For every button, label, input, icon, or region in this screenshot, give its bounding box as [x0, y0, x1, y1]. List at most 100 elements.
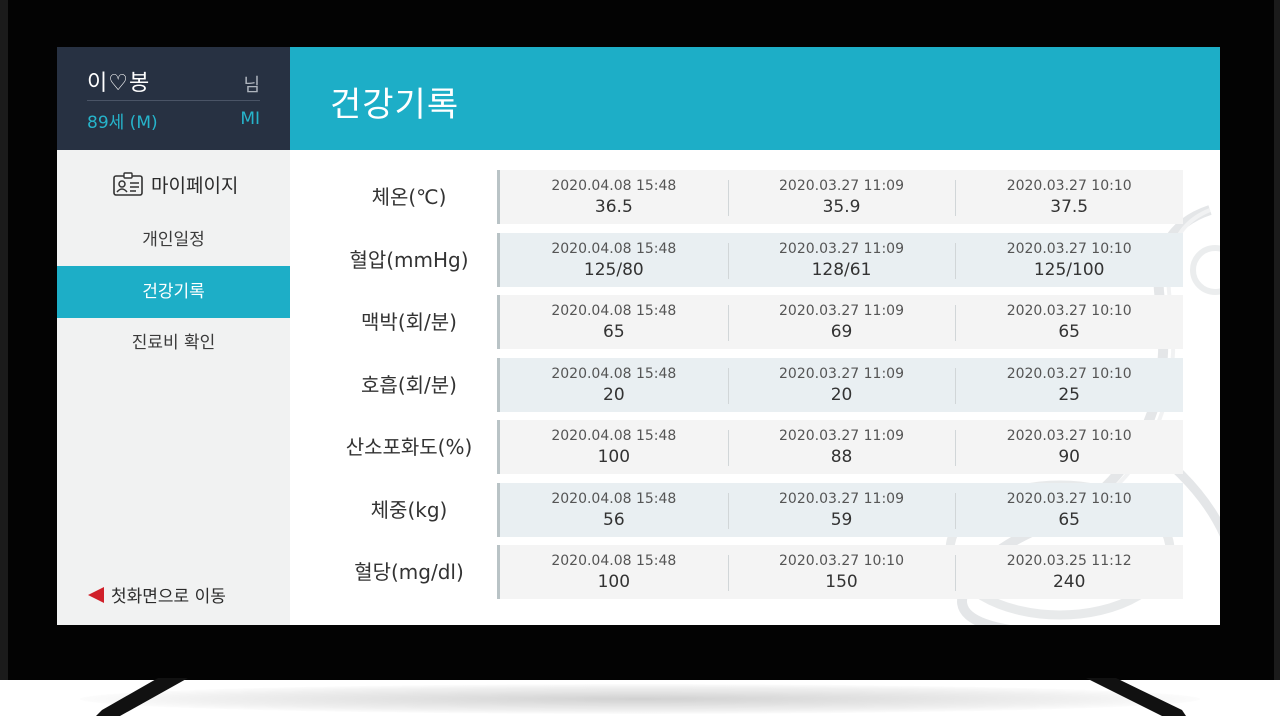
mypage-label: 마이페이지: [151, 174, 239, 197]
record-date: 2020.03.27 10:10: [779, 553, 904, 569]
record-date: 2020.03.27 11:09: [779, 241, 904, 257]
record-date: 2020.03.27 11:09: [779, 366, 904, 382]
user-grade: MI: [240, 109, 260, 129]
sidebar-item-billing[interactable]: 진료비 확인: [57, 317, 290, 369]
record-value: 37.5: [1050, 197, 1089, 217]
record-label: 산소포화도(%): [345, 435, 473, 459]
record-date: 2020.04.08 15:48: [551, 303, 677, 319]
record-date: 2020.03.27 10:10: [1006, 428, 1132, 444]
record-cell: 2020.04.08 15:48 65: [500, 295, 728, 349]
record-value: 100: [597, 572, 631, 592]
user-name: 이♡봉: [87, 71, 151, 96]
record-row-pulse: 맥박(회/분) 2020.04.08 15:48 65 2020.03.27 11…: [290, 295, 1220, 349]
record-label: 혈당(mg/dl): [354, 560, 464, 584]
page-header: 건강기록: [290, 47, 1220, 150]
record-date: 2020.03.27 10:10: [1006, 366, 1132, 382]
record-date: 2020.04.08 15:48: [551, 491, 677, 507]
record-date: 2020.04.08 15:48: [551, 428, 677, 444]
record-cell: 2020.03.27 11:09 69: [727, 295, 956, 349]
red-arrow-left-icon: [88, 586, 104, 603]
record-date: 2020.03.27 11:09: [779, 178, 904, 194]
record-cell: 2020.04.08 15:48 20: [500, 358, 728, 412]
record-value: 56: [603, 510, 625, 530]
user-age-suffix: 세 (M): [108, 113, 158, 133]
record-label: 체중(kg): [370, 498, 448, 522]
record-cell: 2020.03.27 11:09 88: [727, 420, 956, 474]
record-value: 65: [603, 322, 625, 342]
record-card[interactable]: 2020.04.08 15:48 125/80 2020.03.27 11:09 1…: [497, 233, 1183, 287]
record-cell: 2020.03.27 10:10 65: [955, 483, 1183, 537]
record-date: 2020.04.08 15:48: [551, 178, 677, 194]
page-title: 건강기록: [330, 85, 460, 125]
record-value: 36.5: [594, 197, 633, 217]
tv-stand-left: [96, 678, 188, 716]
record-card[interactable]: 2020.04.08 15:48 100 2020.03.27 10:10 150 …: [497, 545, 1183, 599]
record-cell: 2020.03.27 11:09 128/61: [727, 233, 956, 287]
record-label: 호흡(회/분): [361, 373, 457, 397]
record-cell: 2020.03.27 10:10 90: [955, 420, 1183, 474]
record-label: 맥박(회/분): [361, 310, 457, 334]
record-date: 2020.03.27 11:09: [779, 428, 904, 444]
record-row-blood-sugar: 혈당(mg/dl) 2020.04.08 15:48 100 2020.03.27…: [290, 545, 1220, 599]
record-date: 2020.03.27 11:09: [779, 491, 904, 507]
record-value: 35.9: [822, 197, 861, 217]
record-card[interactable]: 2020.04.08 15:48 20 2020.03.27 11:09 20 20…: [497, 358, 1183, 412]
record-value: 90: [1058, 447, 1080, 467]
record-value: 59: [830, 510, 853, 530]
record-cell: 2020.03.27 10:10 65: [955, 295, 1183, 349]
record-row-weight: 체중(kg) 2020.04.08 15:48 56 2020.03.27 11:…: [290, 483, 1220, 537]
record-cell: 2020.03.27 11:09 20: [727, 358, 956, 412]
record-value: 150: [825, 572, 858, 592]
record-row-temperature: 체온(℃) 2020.04.08 15:48 36.5 2020.03.27 11…: [290, 170, 1220, 224]
record-value: 69: [830, 322, 853, 342]
record-value: 128/61: [811, 260, 872, 280]
record-row-respiration: 호흡(회/분) 2020.04.08 15:48 20 2020.03.27 11…: [290, 358, 1220, 412]
tv-stand-right: [1086, 678, 1186, 716]
user-honorific: 님: [243, 75, 260, 96]
health-records-content: 체온(℃) 2020.04.08 15:48 36.5 2020.03.27 11…: [290, 150, 1220, 625]
record-value: 20: [603, 385, 625, 405]
record-cell: 2020.04.08 15:48 36.5: [500, 170, 728, 224]
record-label: 체온(℃): [371, 185, 447, 209]
record-value: 125/100: [1033, 260, 1105, 280]
user-age-number: 89: [87, 113, 109, 133]
record-card[interactable]: 2020.04.08 15:48 56 2020.03.27 11:09 59 20…: [497, 483, 1183, 537]
record-cell: 2020.04.08 15:48 125/80: [500, 233, 728, 287]
record-date: 2020.03.25 11:12: [1006, 553, 1132, 569]
tv-floor-shadow: [80, 684, 1200, 714]
record-date: 2020.04.08 15:48: [551, 366, 677, 382]
record-date: 2020.04.08 15:48: [551, 553, 677, 569]
record-date: 2020.03.27 11:09: [779, 303, 904, 319]
record-cell: 2020.04.08 15:48 56: [500, 483, 728, 537]
record-value: 20: [830, 385, 853, 405]
record-row-oxygen-saturation: 산소포화도(%) 2020.04.08 15:48 100 2020.03.27 …: [290, 420, 1220, 474]
sidebar: 이♡봉 님 89세 (M) MI 마이페이지 개인일정 건강기록 진료비 확인: [57, 47, 291, 625]
record-value: 65: [1058, 322, 1080, 342]
record-value: 25: [1058, 385, 1080, 405]
sidebar-item-schedule[interactable]: 개인일정: [57, 214, 290, 266]
record-date: 2020.03.27 10:10: [1006, 303, 1132, 319]
record-cell: 2020.03.27 10:10 25: [955, 358, 1183, 412]
record-cell: 2020.03.27 11:09 59: [727, 483, 956, 537]
mypage-link[interactable]: 마이페이지: [113, 171, 238, 197]
profile-divider: [87, 100, 260, 101]
record-cell: 2020.04.08 15:48 100: [500, 420, 728, 474]
tv-screen: 이♡봉 님 89세 (M) MI 마이페이지 개인일정 건강기록 진료비 확인: [57, 47, 1220, 625]
record-cell: 2020.03.27 10:10 37.5: [955, 170, 1183, 224]
record-cell: 2020.03.27 11:09 35.9: [727, 170, 956, 224]
record-value: 88: [830, 447, 853, 467]
record-cell: 2020.03.27 10:10 150: [727, 545, 956, 599]
id-card-icon: [113, 172, 143, 196]
user-age: 89세 (M): [87, 108, 158, 133]
record-date: 2020.04.08 15:48: [551, 241, 677, 257]
user-profile-panel: 이♡봉 님 89세 (M) MI: [57, 47, 290, 150]
go-home-button[interactable]: 첫화면으로 이동: [87, 582, 226, 607]
record-label: 혈압(mmHg): [349, 248, 469, 272]
go-home-label: 첫화면으로 이동: [111, 587, 226, 607]
record-card[interactable]: 2020.04.08 15:48 65 2020.03.27 11:09 69 20…: [497, 295, 1183, 349]
record-value: 100: [597, 447, 631, 467]
record-cell: 2020.03.27 10:10 125/100: [955, 233, 1183, 287]
record-card[interactable]: 2020.04.08 15:48 36.5 2020.03.27 11:09 35.…: [497, 170, 1183, 224]
sidebar-item-health-records[interactable]: 건강기록: [57, 266, 290, 318]
record-card[interactable]: 2020.04.08 15:48 100 2020.03.27 11:09 88 2…: [497, 420, 1183, 474]
